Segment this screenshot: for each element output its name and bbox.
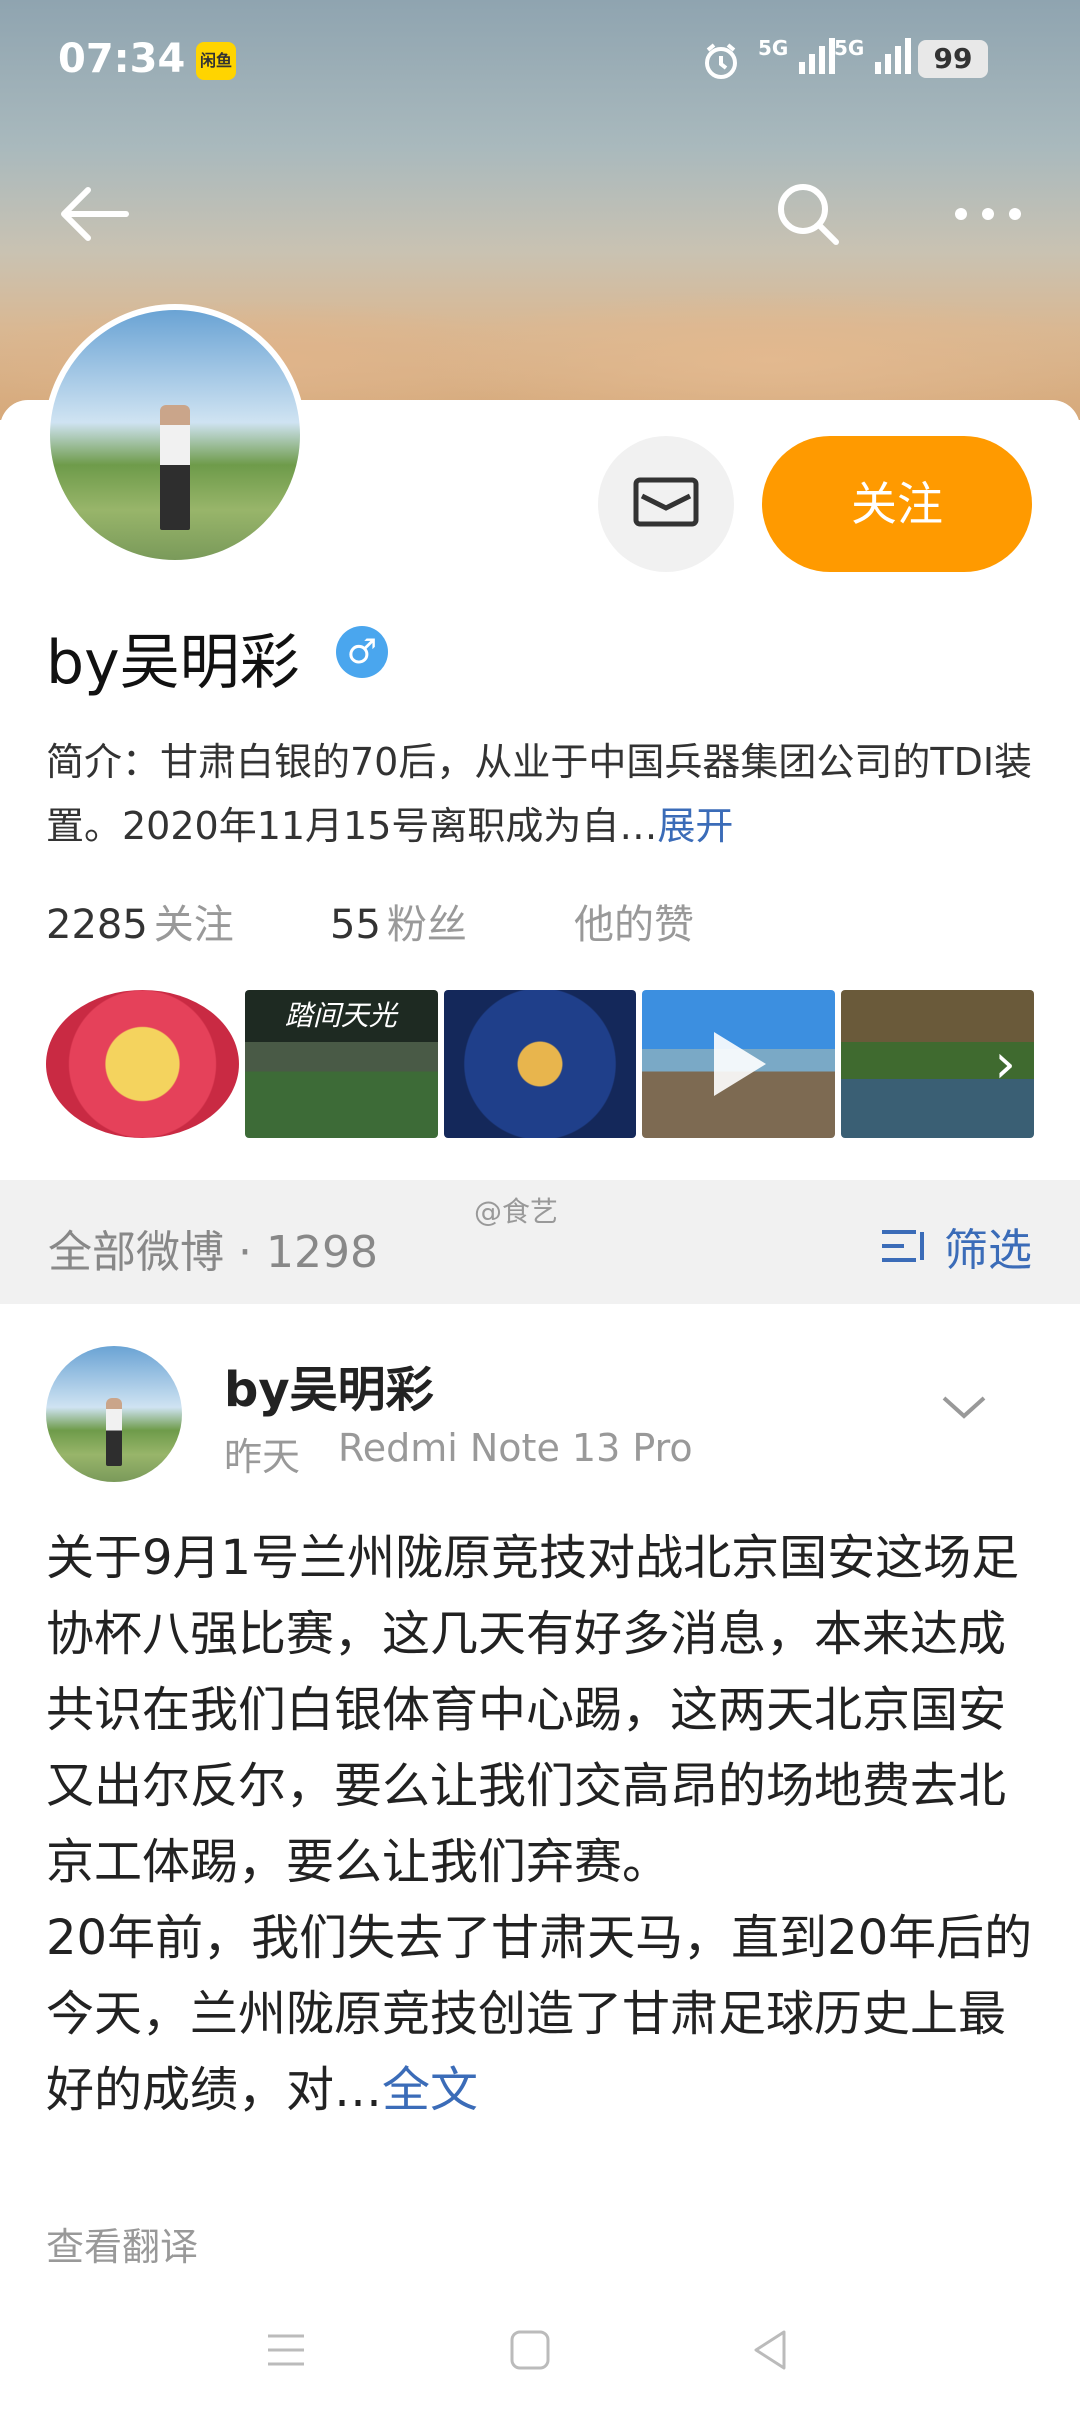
profile-stats: 2285 关注 55 粉丝 他的赞: [46, 892, 694, 950]
bio-expand-link[interactable]: 展开: [657, 804, 733, 848]
avatar-person: [105, 1397, 123, 1466]
battery-indicator: 99: [918, 40, 988, 78]
avatar[interactable]: [44, 304, 306, 566]
back-nav-button[interactable]: [730, 2310, 810, 2390]
bio-text: 简介：甘肃白银的70后，从业于中国兵器集团公司的TDI装置。2020年11月15…: [46, 740, 1033, 848]
filter-label: 筛选: [944, 1225, 1032, 1276]
post-menu-button[interactable]: [940, 1392, 988, 1440]
search-icon: [778, 184, 839, 245]
chevron-right-icon[interactable]: ›: [994, 1032, 1016, 1096]
stat-following[interactable]: 2285 关注: [46, 892, 330, 950]
feed-count: 全部微博 · 1298: [48, 1227, 378, 1278]
stat-followers[interactable]: 55 粉丝: [330, 892, 568, 950]
triangle-back-icon: [754, 2330, 786, 2370]
more-button[interactable]: [948, 174, 1028, 254]
message-button[interactable]: [598, 436, 734, 572]
filter-button[interactable]: 筛选: [880, 1214, 1032, 1278]
post-author[interactable]: by吴明彩: [224, 1350, 434, 1420]
post-device: Redmi Note 13 Pro: [338, 1426, 693, 1470]
watermark: @食艺: [474, 1195, 559, 1228]
post-text[interactable]: 关于9月1号兰州陇原竞技对战北京国安这场足协杯八强比赛，这几天有好多消息，本来达…: [46, 1520, 1036, 2128]
arrow-left-icon: [61, 187, 129, 241]
album-thumb[interactable]: [46, 990, 239, 1138]
more-dots-icon: [955, 208, 1021, 220]
album-strip[interactable]: 踏间天光 ›: [46, 990, 1034, 1138]
translate-link[interactable]: 查看翻译: [46, 2216, 198, 2271]
avatar-person: [160, 405, 190, 530]
signal-icon: 5G: [834, 36, 917, 82]
album-thumb[interactable]: 踏间天光: [244, 990, 438, 1138]
back-button[interactable]: [54, 174, 134, 254]
recent-apps-button[interactable]: [246, 2310, 326, 2390]
album-thumb-video[interactable]: [642, 990, 836, 1138]
post-text-content: 关于9月1号兰州陇原竞技对战北京国安这场足协杯八强比赛，这几天有好多消息，本来达…: [46, 1530, 1033, 2118]
alarm-icon: [700, 40, 742, 86]
album-thumb[interactable]: ›: [841, 990, 1034, 1138]
profile-name: by吴明彩: [46, 628, 300, 698]
signal-icon: 5G: [758, 36, 841, 82]
profile-bio: 简介：甘肃白银的70后，从业于中国兵器集团公司的TDI装置。2020年11月15…: [46, 730, 1036, 858]
follow-button[interactable]: 关注: [762, 436, 1032, 572]
play-icon: [714, 1032, 767, 1096]
status-app-badge: 闲鱼: [196, 42, 236, 80]
chevron-down-icon: [942, 1396, 986, 1419]
status-time: 07:34: [58, 36, 186, 82]
menu-icon: [268, 2334, 304, 2366]
post-avatar[interactable]: [46, 1346, 182, 1482]
message-icon: [633, 477, 699, 527]
square-icon: [510, 2330, 550, 2370]
thumb-caption: 踏间天光: [284, 999, 397, 1032]
album-thumb[interactable]: [443, 990, 637, 1138]
avatar-image: [50, 310, 300, 560]
home-button[interactable]: [490, 2310, 570, 2390]
full-text-link[interactable]: 全文: [382, 2062, 478, 2118]
post-time: 昨天: [224, 1435, 301, 1479]
filter-icon: [882, 1230, 924, 1262]
male-verified-icon: ♂: [336, 626, 388, 678]
search-button[interactable]: [768, 174, 848, 254]
post-meta: 昨天 Redmi Note 13 Pro: [224, 1426, 693, 1481]
stat-likes[interactable]: 他的赞: [568, 892, 694, 950]
